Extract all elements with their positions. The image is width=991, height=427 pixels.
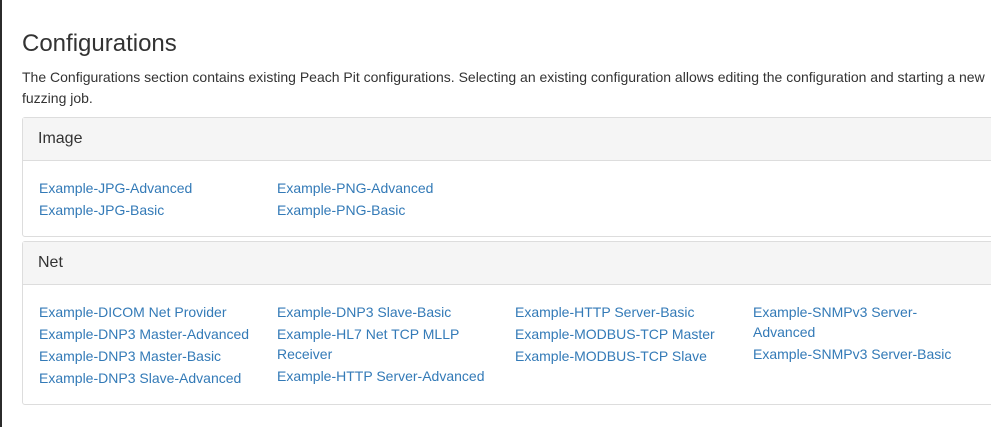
config-link-dnp3-slave-basic[interactable]: Example-DNP3 Slave-Basic (277, 302, 492, 322)
config-link-http-server-basic[interactable]: Example-HTTP Server-Basic (515, 302, 745, 322)
config-link-dnp3-master-basic[interactable]: Example-DNP3 Master-Basic (39, 346, 269, 366)
config-link-jpg-basic[interactable]: Example-JPG-Basic (39, 200, 269, 220)
window-left-border (0, 0, 2, 427)
config-link-snmpv3-server-advanced[interactable]: Example-SNMPv3 Server-Advanced (753, 302, 953, 342)
config-link-modbus-tcp-master[interactable]: Example-MODBUS-TCP Master (515, 324, 745, 344)
config-link-jpg-advanced[interactable]: Example-JPG-Advanced (39, 178, 269, 198)
config-link-snmpv3-server-basic[interactable]: Example-SNMPv3 Server-Basic (753, 344, 953, 364)
net-column-4: Example-SNMPv3 Server-Advanced Example-S… (753, 302, 953, 366)
panel-heading-net: Net (23, 242, 991, 285)
config-link-http-server-advanced[interactable]: Example-HTTP Server-Advanced (277, 366, 492, 386)
panel-image: Image Example-JPG-Advanced Example-JPG-B… (22, 117, 991, 237)
config-link-png-advanced[interactable]: Example-PNG-Advanced (277, 178, 507, 198)
page-title: Configurations (22, 30, 177, 57)
page-description: The Configurations section contains exis… (22, 69, 985, 106)
net-column-1: Example-DICOM Net Provider Example-DNP3 … (39, 302, 269, 390)
config-link-dnp3-slave-advanced[interactable]: Example-DNP3 Slave-Advanced (39, 368, 269, 388)
config-link-modbus-tcp-slave[interactable]: Example-MODBUS-TCP Slave (515, 346, 745, 366)
image-column-1: Example-JPG-Advanced Example-JPG-Basic (39, 178, 269, 222)
net-column-3: Example-HTTP Server-Basic Example-MODBUS… (515, 302, 745, 368)
panel-net: Net Example-DICOM Net Provider Example-D… (22, 241, 991, 405)
config-link-dicom-net-provider[interactable]: Example-DICOM Net Provider (39, 302, 269, 322)
config-link-png-basic[interactable]: Example-PNG-Basic (277, 200, 507, 220)
config-link-hl7-net-tcp-mllp-receiver[interactable]: Example-HL7 Net TCP MLLP Receiver (277, 324, 492, 364)
net-column-2: Example-DNP3 Slave-Basic Example-HL7 Net… (277, 302, 492, 388)
config-link-dnp3-master-advanced[interactable]: Example-DNP3 Master-Advanced (39, 324, 269, 344)
panel-heading-image: Image (23, 118, 991, 161)
image-column-2: Example-PNG-Advanced Example-PNG-Basic (277, 178, 507, 222)
